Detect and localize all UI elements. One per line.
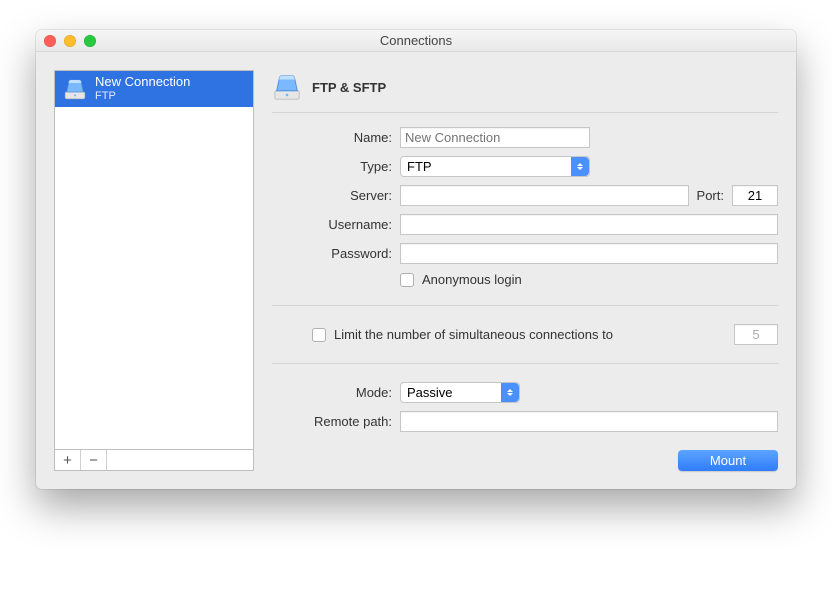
chevron-updown-icon (501, 383, 519, 402)
mode-select[interactable]: Passive (400, 382, 520, 403)
close-icon[interactable] (44, 35, 56, 47)
zoom-icon[interactable] (84, 35, 96, 47)
connection-form: Name: Type: FTP Server: (272, 127, 778, 471)
name-label: Name: (272, 130, 392, 145)
remove-connection-button[interactable]: − (81, 450, 107, 470)
username-field[interactable] (400, 214, 778, 235)
mode-value: Passive (407, 385, 453, 400)
section-title: FTP & SFTP (312, 80, 386, 95)
titlebar[interactable]: Connections (36, 30, 796, 52)
remote-path-field[interactable] (400, 411, 778, 432)
name-field[interactable] (400, 127, 590, 148)
sidebar-item-new-connection[interactable]: New Connection FTP (55, 71, 253, 107)
connections-window: Connections New Connection F (36, 30, 796, 489)
anonymous-checkbox[interactable] (400, 273, 414, 287)
add-connection-button[interactable]: + (55, 450, 81, 470)
content: New Connection FTP + − (36, 52, 796, 489)
anonymous-label: Anonymous login (422, 272, 522, 287)
server-label: Server: (272, 188, 392, 203)
password-field[interactable] (400, 243, 778, 264)
drive-icon (63, 77, 87, 101)
divider (272, 363, 778, 364)
drive-icon (272, 72, 302, 102)
detail-panel: FTP & SFTP Name: Type: FTP (272, 70, 778, 471)
divider (272, 305, 778, 306)
sidebar-item-text: New Connection FTP (95, 75, 190, 103)
traffic-lights (44, 35, 96, 47)
chevron-updown-icon (571, 157, 589, 176)
sidebar: New Connection FTP + − (54, 70, 254, 471)
sidebar-footer: + − (54, 449, 254, 471)
section-header: FTP & SFTP (272, 70, 778, 113)
port-field[interactable] (732, 185, 778, 206)
limit-field (734, 324, 778, 345)
window-title: Connections (380, 33, 452, 48)
type-value: FTP (407, 159, 432, 174)
sidebar-item-subtitle: FTP (95, 90, 190, 103)
remote-path-label: Remote path: (272, 414, 392, 429)
footer-spacer (107, 450, 253, 470)
type-select[interactable]: FTP (400, 156, 590, 177)
username-label: Username: (272, 217, 392, 232)
limit-label: Limit the number of simultaneous connect… (334, 327, 613, 342)
mode-label: Mode: (272, 385, 392, 400)
port-label: Port: (697, 188, 724, 203)
server-field[interactable] (400, 185, 689, 206)
type-label: Type: (272, 159, 392, 174)
sidebar-item-title: New Connection (95, 75, 190, 90)
mount-button[interactable]: Mount (678, 450, 778, 471)
password-label: Password: (272, 246, 392, 261)
connections-list[interactable]: New Connection FTP (54, 70, 254, 449)
limit-checkbox[interactable] (312, 328, 326, 342)
minimize-icon[interactable] (64, 35, 76, 47)
